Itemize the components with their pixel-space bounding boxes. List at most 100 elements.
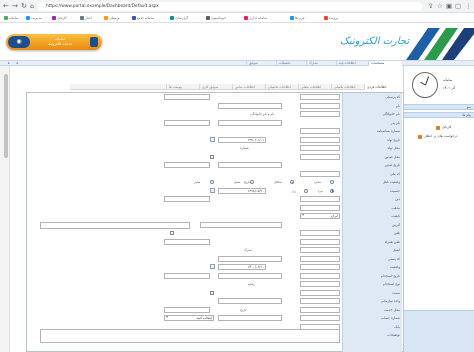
text-field[interactable] bbox=[218, 102, 282, 109]
extensions-icon[interactable]: ▣ bbox=[446, 2, 452, 11]
text-field[interactable] bbox=[164, 119, 210, 126]
text-field[interactable] bbox=[300, 272, 340, 279]
text-field[interactable] bbox=[300, 136, 340, 143]
reload-icon[interactable]: ↻ bbox=[21, 2, 27, 11]
text-field[interactable] bbox=[218, 315, 282, 321]
subtab-item[interactable]: اطلاعات شغلی bbox=[298, 84, 331, 90]
star-icon[interactable]: ☆ bbox=[437, 2, 443, 11]
text-field[interactable] bbox=[300, 196, 340, 202]
text-field[interactable] bbox=[300, 145, 340, 151]
text-field[interactable] bbox=[164, 306, 210, 313]
date-field[interactable]: ۱۳۷۰/۰۱/۰۱ bbox=[218, 136, 266, 143]
calendar-icon[interactable] bbox=[210, 136, 215, 142]
text-field[interactable] bbox=[300, 111, 340, 117]
panel-messages-bar[interactable]: پیام ها bbox=[404, 112, 474, 118]
bookmark-item[interactable]: گزارشات bbox=[170, 16, 188, 20]
subtab-item[interactable]: سوابق کاری bbox=[199, 84, 232, 90]
menu-icon[interactable]: ⋮ bbox=[465, 2, 472, 11]
calendar-icon[interactable] bbox=[210, 187, 215, 193]
text-field[interactable] bbox=[300, 264, 340, 270]
share-icon[interactable]: ⇪ bbox=[428, 2, 433, 11]
bookmark-item[interactable]: فرم ها bbox=[290, 16, 305, 20]
text-field[interactable] bbox=[300, 153, 340, 160]
date-field[interactable]: ۱۴۰۰/۰۲/۱۰ bbox=[218, 264, 266, 270]
bookmark-item[interactable]: اخبار bbox=[80, 16, 92, 20]
bookmark-item[interactable]: پرسنلی bbox=[104, 16, 120, 20]
bookmark-item[interactable]: کارتابل bbox=[52, 16, 67, 20]
mid-label: مدرک bbox=[244, 248, 252, 252]
text-field[interactable] bbox=[300, 315, 340, 321]
panel-item[interactable]: درخواست های در انتظار bbox=[424, 134, 457, 138]
subtab-item-active[interactable]: اطلاعات فردی bbox=[364, 84, 400, 90]
form-label: سمت bbox=[392, 290, 400, 295]
address-textarea[interactable] bbox=[40, 221, 190, 229]
text-field[interactable] bbox=[300, 247, 340, 253]
text-field[interactable] bbox=[300, 306, 340, 313]
panel-item[interactable]: کارتابل bbox=[442, 125, 452, 129]
status-radio[interactable] bbox=[330, 180, 334, 184]
checkbox[interactable] bbox=[170, 231, 174, 235]
sidebar-icon[interactable]: ▢ bbox=[455, 2, 461, 11]
form-label: تابعیت bbox=[391, 214, 400, 218]
text-field[interactable] bbox=[300, 238, 340, 245]
text-field[interactable] bbox=[300, 94, 340, 100]
gender-radio[interactable] bbox=[304, 188, 308, 193]
text-field[interactable] bbox=[218, 255, 282, 262]
text-field[interactable] bbox=[300, 204, 340, 211]
text-field[interactable] bbox=[218, 162, 282, 168]
bookmark-item[interactable]: سامانه bbox=[4, 16, 19, 20]
gender-radio[interactable] bbox=[330, 188, 334, 193]
forward-icon[interactable]: → bbox=[12, 2, 18, 11]
scrollbar-thumb[interactable] bbox=[4, 74, 8, 158]
bookmark-item[interactable]: سامانه جامع bbox=[132, 16, 154, 20]
panel-menu-bar[interactable]: منو bbox=[404, 104, 474, 110]
tab-item[interactable]: اطلاعات پایه bbox=[336, 61, 368, 66]
text-field[interactable] bbox=[218, 298, 282, 304]
bookmark-item[interactable]: اتوماسیون bbox=[206, 16, 226, 20]
subtab-item[interactable]: اطلاعات تماس bbox=[232, 84, 265, 90]
text-field[interactable] bbox=[218, 272, 282, 279]
notes-textarea[interactable] bbox=[40, 328, 340, 343]
calendar-icon[interactable] bbox=[210, 264, 215, 269]
text-field[interactable] bbox=[200, 221, 282, 228]
option-select[interactable]: انتخاب کنید bbox=[164, 315, 214, 321]
subtab-item[interactable]: پیوست ها bbox=[166, 84, 199, 90]
promo-banner[interactable]: ◉ سامانه خدمات الکترونیک bbox=[6, 34, 102, 50]
text-field[interactable] bbox=[164, 162, 210, 168]
text-field[interactable] bbox=[300, 128, 340, 134]
bookmark-item[interactable]: سامانه اداری bbox=[244, 16, 267, 20]
bookmark-item[interactable]: پرونده bbox=[324, 16, 338, 20]
date-field[interactable]: ۱۳۹۸/۰۵/۲۰ bbox=[218, 187, 266, 194]
text-field[interactable] bbox=[300, 255, 340, 262]
status-radio[interactable] bbox=[210, 180, 214, 184]
text-field[interactable] bbox=[300, 102, 340, 109]
subtab-item[interactable]: اطلاعات تکمیلی bbox=[331, 84, 364, 90]
text-field[interactable] bbox=[300, 298, 340, 304]
status-radio[interactable] bbox=[250, 180, 254, 184]
url-input[interactable]: https://www.portal.example/Dashboard/Def… bbox=[38, 2, 422, 11]
text-field[interactable] bbox=[218, 119, 282, 126]
country-select[interactable]: ایران bbox=[300, 213, 340, 219]
text-field[interactable] bbox=[300, 281, 340, 287]
bookmark-item[interactable]: مدیریت bbox=[26, 16, 42, 20]
status-radio[interactable] bbox=[290, 180, 294, 184]
tab-item[interactable]: سوابق bbox=[246, 61, 276, 66]
text-field[interactable] bbox=[164, 272, 210, 279]
checkbox[interactable] bbox=[210, 154, 214, 159]
arrow-icon[interactable]: ◂ bbox=[16, 61, 18, 66]
tab-item-active[interactable]: مشخصات bbox=[368, 61, 402, 66]
item-bullet-icon bbox=[418, 135, 422, 139]
text-field[interactable] bbox=[300, 289, 340, 296]
text-field[interactable] bbox=[164, 94, 210, 100]
text-field[interactable] bbox=[300, 230, 340, 236]
subtab-item[interactable]: اطلاعات تحصیلی bbox=[265, 84, 298, 90]
tab-item[interactable]: مدارک bbox=[306, 61, 336, 66]
text-field[interactable] bbox=[164, 238, 210, 245]
tab-item[interactable]: تحصیلات bbox=[276, 61, 306, 66]
back-icon[interactable]: ← bbox=[3, 2, 9, 11]
checkbox[interactable] bbox=[210, 290, 214, 295]
home-icon[interactable]: ⌂ bbox=[30, 2, 34, 11]
text-field[interactable] bbox=[164, 196, 210, 202]
form-label: کد پرسنلی bbox=[385, 95, 400, 99]
text-field[interactable] bbox=[300, 170, 340, 177]
